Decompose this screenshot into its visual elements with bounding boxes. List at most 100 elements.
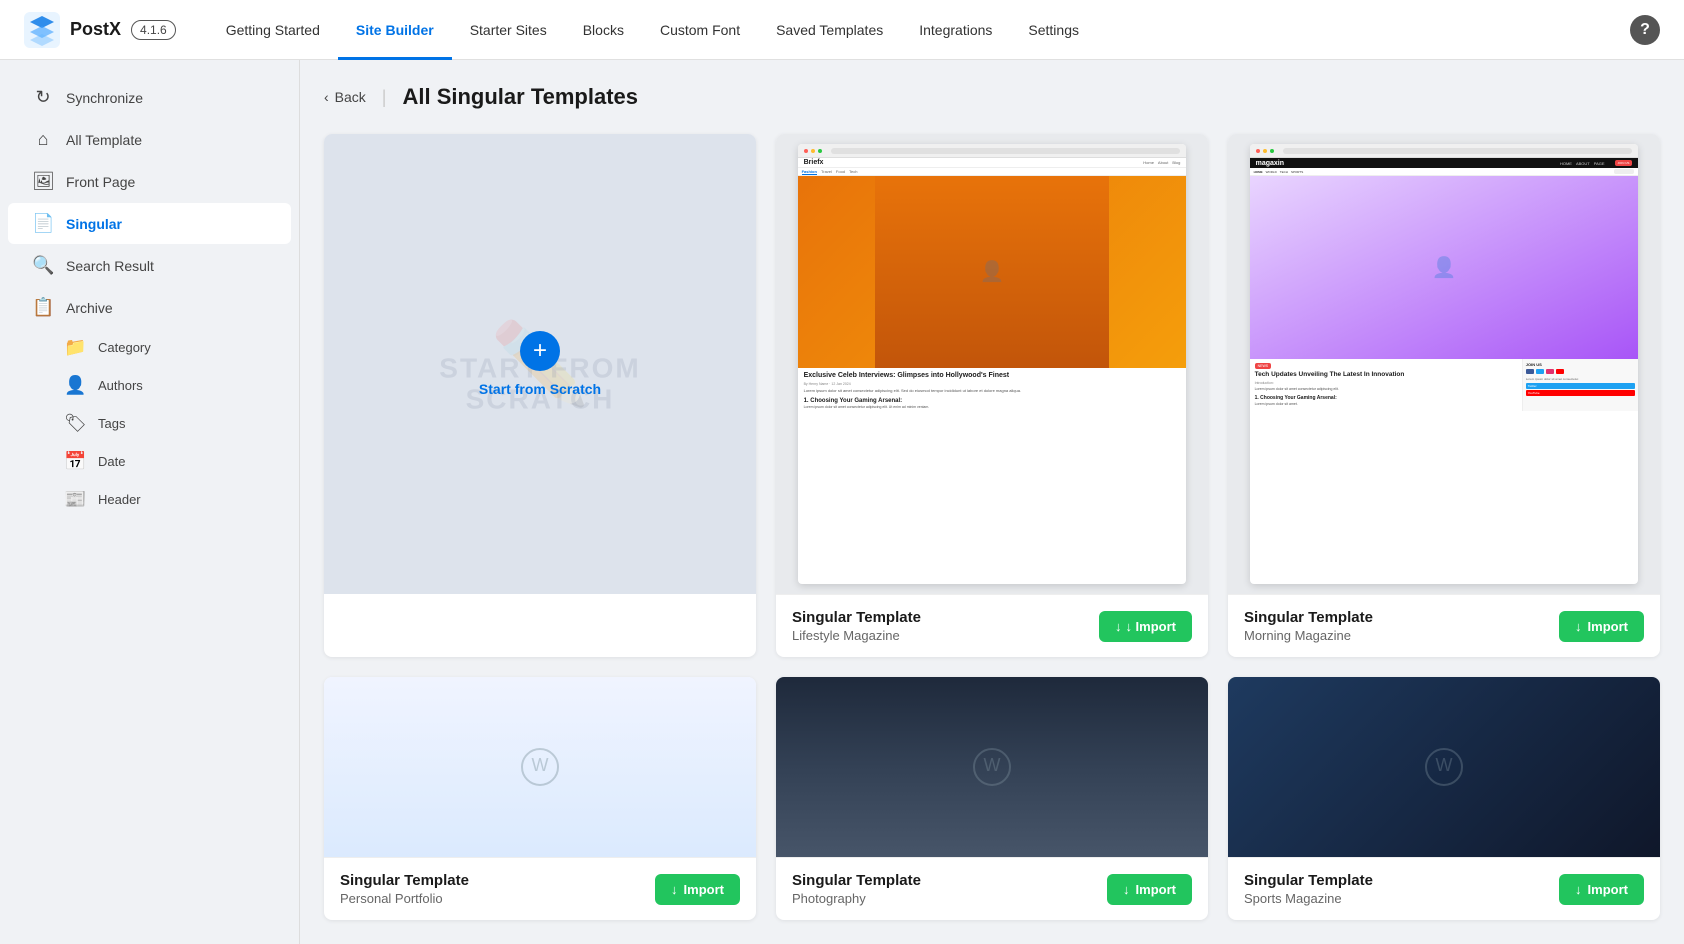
lifestyle-preview: Briefx Home About Blog Fashion Trav xyxy=(776,134,1208,594)
wordpress-icon-photo: W xyxy=(972,747,1012,787)
import-down-icon: ↓ xyxy=(1115,619,1122,634)
main-content: ‹ Back | All Singular Templates ✏️ START… xyxy=(300,60,1684,944)
back-button[interactable]: ‹ Back xyxy=(324,89,366,105)
logo-text: PostX xyxy=(70,19,121,40)
postx-logo-icon xyxy=(24,12,60,48)
nav-saved-templates[interactable]: Saved Templates xyxy=(758,0,901,60)
sidebar-item-singular[interactable]: 📄 Singular xyxy=(8,203,291,244)
scratch-preview[interactable]: ✏️ START FROMSCRATCH + Start from Scratc… xyxy=(324,134,756,594)
portfolio-import-button[interactable]: ↓ Import xyxy=(655,874,740,905)
sidebar-item-archive[interactable]: 📋 Archive xyxy=(8,287,291,328)
category-icon: 📁 xyxy=(64,337,86,358)
browser-dot-green xyxy=(818,149,822,153)
morning-preview: magaxin HOME ABOUT PAGE JOIN US HOM xyxy=(1228,134,1660,594)
morning-info: Singular Template Morning Magazine xyxy=(1244,609,1373,643)
top-navigation: PostX 4.1.6 Getting Started Site Builder… xyxy=(0,0,1684,60)
morning-browser-content: magaxin HOME ABOUT PAGE JOIN US HOM xyxy=(1250,158,1639,584)
photography-preview: W xyxy=(776,677,1208,857)
import-down-icon: ↓ xyxy=(1123,882,1130,897)
main-layout: ↻ Synchronize ⌂ All Template 🖼 Front Pag… xyxy=(0,60,1684,944)
lifestyle-import-button[interactable]: ↓ ↓ Import xyxy=(1099,611,1192,642)
synchronize-icon: ↻ xyxy=(32,87,54,108)
tags-icon: 🏷 xyxy=(64,413,86,434)
lifestyle-browser-mock: Briefx Home About Blog Fashion Trav xyxy=(798,144,1187,584)
browser-dot-red xyxy=(1256,149,1260,153)
portfolio-preview: W xyxy=(324,677,756,857)
nav-getting-started[interactable]: Getting Started xyxy=(208,0,338,60)
singular-icon: 📄 xyxy=(32,213,54,234)
scratch-content: + Start from Scratch xyxy=(479,331,601,397)
sports-preview: W xyxy=(1228,677,1660,857)
home-icon: ⌂ xyxy=(32,129,54,150)
morning-template-card: magaxin HOME ABOUT PAGE JOIN US HOM xyxy=(1228,134,1660,657)
sidebar-item-header[interactable]: 📰 Header xyxy=(48,481,291,518)
lifestyle-template-card: Briefx Home About Blog Fashion Trav xyxy=(776,134,1208,657)
photography-card-footer: Singular Template Photography ↓ Import xyxy=(776,857,1208,920)
sports-import-button[interactable]: ↓ Import xyxy=(1559,874,1644,905)
header-icon: 📰 xyxy=(64,489,86,510)
sidebar-item-synchronize[interactable]: ↻ Synchronize xyxy=(8,77,291,118)
nav-site-builder[interactable]: Site Builder xyxy=(338,0,452,60)
front-page-icon: 🖼 xyxy=(32,171,54,192)
logo-area: PostX 4.1.6 xyxy=(24,12,176,48)
photography-import-button[interactable]: ↓ Import xyxy=(1107,874,1192,905)
photography-template-card: W Singular Template Photography ↓ Import xyxy=(776,677,1208,920)
sidebar: ↻ Synchronize ⌂ All Template 🖼 Front Pag… xyxy=(0,60,300,944)
portfolio-card-footer: Singular Template Personal Portfolio ↓ I… xyxy=(324,857,756,920)
browser-dot-yellow xyxy=(1263,149,1267,153)
morning-browser-bar xyxy=(1250,144,1639,158)
sidebar-item-front-page[interactable]: 🖼 Front Page xyxy=(8,161,291,202)
sidebar-item-date[interactable]: 📅 Date xyxy=(48,443,291,480)
sidebar-item-category[interactable]: 📁 Category xyxy=(48,329,291,366)
sidebar-item-search-result[interactable]: 🔍 Search Result xyxy=(8,245,291,286)
version-badge: 4.1.6 xyxy=(131,20,176,40)
svg-text:W: W xyxy=(984,755,1001,775)
page-header: ‹ Back | All Singular Templates xyxy=(324,84,1660,110)
wordpress-icon-sports: W xyxy=(1424,747,1464,787)
browser-dot-red xyxy=(804,149,808,153)
morning-card-footer: Singular Template Morning Magazine ↓ Imp… xyxy=(1228,594,1660,657)
header-divider: | xyxy=(382,87,387,108)
svg-text:W: W xyxy=(532,755,549,775)
sports-template-card: W Singular Template Sports Magazine ↓ Im… xyxy=(1228,677,1660,920)
plus-icon: + xyxy=(520,331,560,371)
sports-info: Singular Template Sports Magazine xyxy=(1244,872,1373,906)
browser-dot-green xyxy=(1270,149,1274,153)
lifestyle-card-footer: Singular Template Lifestyle Magazine ↓ ↓… xyxy=(776,594,1208,657)
authors-icon: 👤 xyxy=(64,375,86,396)
archive-icon: 📋 xyxy=(32,297,54,318)
sidebar-item-all-template[interactable]: ⌂ All Template xyxy=(8,119,291,160)
nav-settings[interactable]: Settings xyxy=(1010,0,1097,60)
sidebar-item-tags[interactable]: 🏷 Tags xyxy=(48,405,291,442)
import-down-icon: ↓ xyxy=(1575,882,1582,897)
nav-integrations[interactable]: Integrations xyxy=(901,0,1010,60)
browser-dot-yellow xyxy=(811,149,815,153)
browser-bar xyxy=(798,144,1187,158)
morning-browser-mock: magaxin HOME ABOUT PAGE JOIN US HOM xyxy=(1250,144,1639,584)
portfolio-info: Singular Template Personal Portfolio xyxy=(340,872,469,906)
nav-right: ? xyxy=(1630,15,1660,45)
wordpress-icon: W xyxy=(520,747,560,787)
sidebar-item-authors[interactable]: 👤 Authors xyxy=(48,367,291,404)
svg-text:W: W xyxy=(1436,755,1453,775)
template-grid-row2: W Singular Template Personal Portfolio ↓… xyxy=(324,677,1660,920)
scratch-card[interactable]: ✏️ START FROMSCRATCH + Start from Scratc… xyxy=(324,134,756,657)
sports-card-footer: Singular Template Sports Magazine ↓ Impo… xyxy=(1228,857,1660,920)
morning-import-button[interactable]: ↓ Import xyxy=(1559,611,1644,642)
import-down-icon: ↓ xyxy=(1575,619,1582,634)
photography-info: Singular Template Photography xyxy=(792,872,921,906)
portfolio-template-card: W Singular Template Personal Portfolio ↓… xyxy=(324,677,756,920)
back-arrow-icon: ‹ xyxy=(324,89,329,105)
sidebar-sub-items: 📁 Category 👤 Authors 🏷 Tags 📅 Date 📰 Hea… xyxy=(0,329,299,518)
nav-custom-font[interactable]: Custom Font xyxy=(642,0,758,60)
nav-blocks[interactable]: Blocks xyxy=(565,0,642,60)
nav-starter-sites[interactable]: Starter Sites xyxy=(452,0,565,60)
search-result-icon: 🔍 xyxy=(32,255,54,276)
nav-links: Getting Started Site Builder Starter Sit… xyxy=(208,0,1630,60)
help-button[interactable]: ? xyxy=(1630,15,1660,45)
import-down-icon: ↓ xyxy=(671,882,678,897)
date-icon: 📅 xyxy=(64,451,86,472)
template-grid: ✏️ START FROMSCRATCH + Start from Scratc… xyxy=(324,134,1660,657)
lifestyle-browser-content: Briefx Home About Blog Fashion Trav xyxy=(798,158,1187,584)
lifestyle-info: Singular Template Lifestyle Magazine xyxy=(792,609,921,643)
